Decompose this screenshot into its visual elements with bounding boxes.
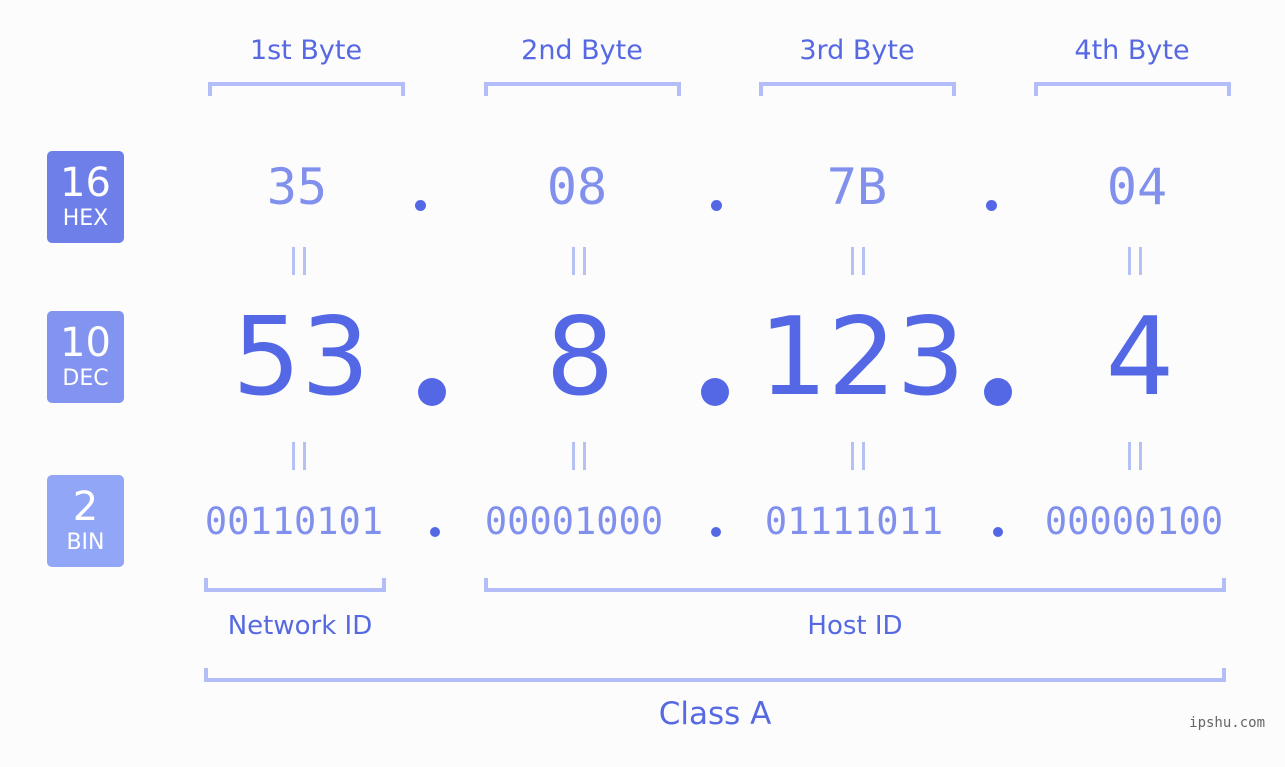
dec-value-1: 53 <box>232 295 370 420</box>
bin-base-label: BIN <box>66 530 105 555</box>
bin-separator-dot-3 <box>993 527 1003 537</box>
dec-separator-dot-3 <box>984 378 1012 406</box>
dec-badge: 10 DEC <box>47 311 124 403</box>
equals-icon <box>292 247 306 275</box>
dec-value-2: 8 <box>545 295 615 420</box>
bin-value-1: 00110101 <box>204 500 384 543</box>
hex-separator-dot-1 <box>415 200 426 211</box>
byte-header-2: 2nd Byte <box>521 35 643 66</box>
watermark: ipshu.com <box>1189 715 1265 731</box>
bin-separator-dot-1 <box>430 527 440 537</box>
equals-icon <box>292 442 306 470</box>
host-id-label: Host ID <box>807 611 903 641</box>
equals-icon <box>1128 442 1142 470</box>
bin-separator-dot-2 <box>711 527 721 537</box>
class-label: Class A <box>658 696 772 732</box>
class-bracket <box>204 668 1226 682</box>
dec-value-3: 123 <box>758 295 966 420</box>
hex-value-1: 35 <box>266 158 328 216</box>
byte-header-1: 1st Byte <box>249 35 363 66</box>
host-id-bracket <box>484 578 1226 592</box>
bin-value-3: 01111011 <box>764 500 944 543</box>
dec-base-number: 10 <box>60 320 111 366</box>
network-id-bracket <box>204 578 386 592</box>
equals-icon <box>572 442 586 470</box>
byte-header-4: 4th Byte <box>1074 35 1190 66</box>
bin-value-2: 00001000 <box>484 500 664 543</box>
byte-bracket-1 <box>208 82 405 96</box>
dec-separator-dot-1 <box>418 378 446 406</box>
equals-icon <box>1128 247 1142 275</box>
network-id-label: Network ID <box>227 611 373 641</box>
byte-bracket-2 <box>484 82 681 96</box>
byte-bracket-3 <box>759 82 956 96</box>
hex-separator-dot-3 <box>986 200 997 211</box>
hex-value-2: 08 <box>546 158 608 216</box>
bin-base-number: 2 <box>72 484 99 530</box>
dec-value-4: 4 <box>1105 295 1175 420</box>
equals-icon <box>851 247 865 275</box>
hex-badge: 16 HEX <box>47 151 124 243</box>
bin-value-4: 00000100 <box>1044 500 1224 543</box>
hex-value-3: 7B <box>826 158 888 216</box>
equals-icon <box>572 247 586 275</box>
dec-base-label: DEC <box>62 366 109 391</box>
hex-base-label: HEX <box>62 206 109 231</box>
byte-bracket-4 <box>1034 82 1231 96</box>
hex-value-4: 04 <box>1106 158 1168 216</box>
bin-badge: 2 BIN <box>47 475 124 567</box>
hex-separator-dot-2 <box>711 200 722 211</box>
byte-header-3: 3rd Byte <box>799 35 915 66</box>
dec-separator-dot-2 <box>701 378 729 406</box>
equals-icon <box>851 442 865 470</box>
hex-base-number: 16 <box>60 160 111 206</box>
